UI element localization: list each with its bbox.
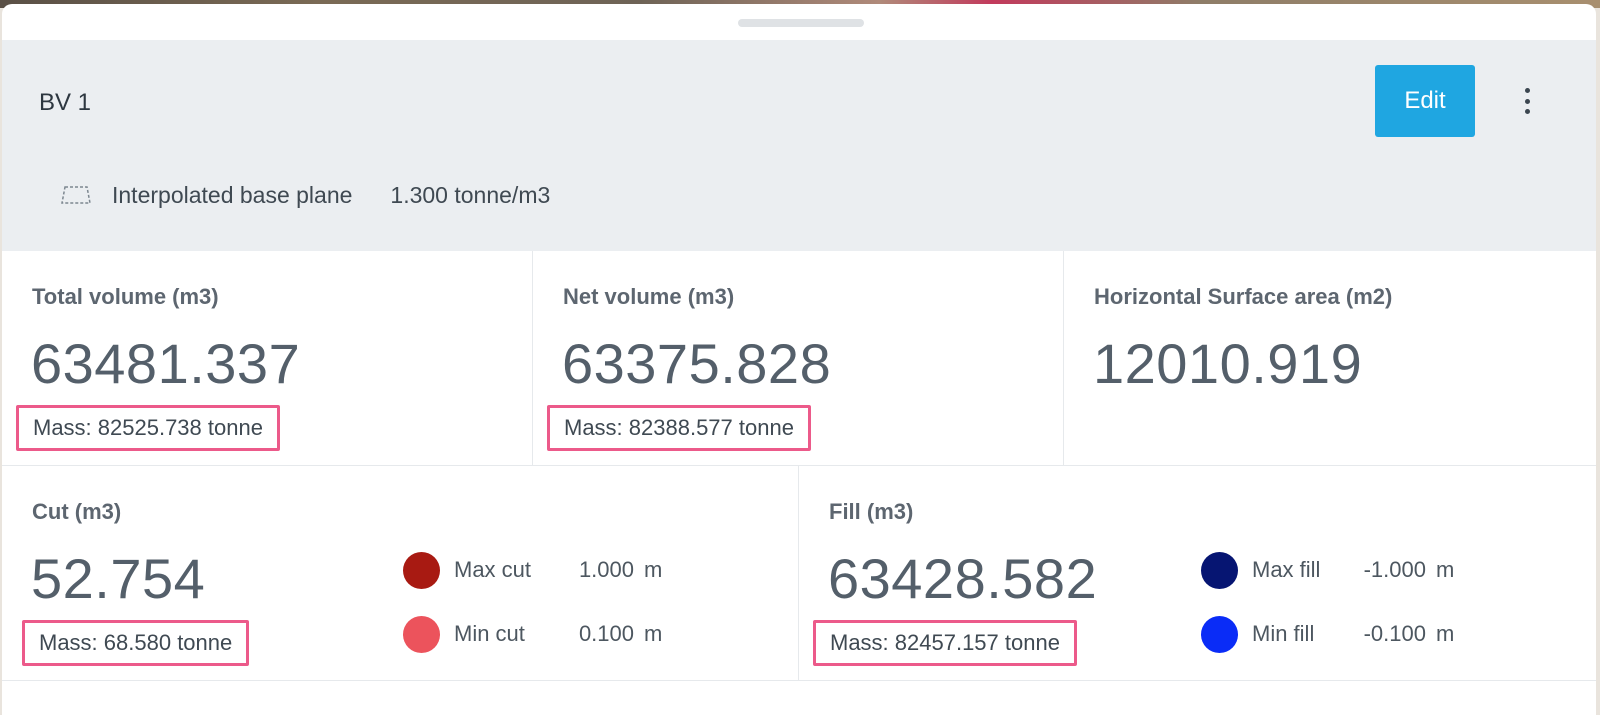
max-cut-unit: m bbox=[644, 557, 663, 582]
panel-header: BV 1 Edit Interpolated base plane 1.300 … bbox=[2, 40, 1596, 251]
base-plane-info: Interpolated base plane 1.300 tonne/m3 bbox=[60, 180, 550, 210]
min-cut-value: 0.100 bbox=[578, 621, 634, 646]
min-cut-legend: Min cut 0.100 m bbox=[403, 612, 662, 656]
max-fill-legend: Max fill -1.000 m bbox=[1201, 548, 1454, 592]
min-cut-unit: m bbox=[644, 621, 663, 646]
page-title: BV 1 bbox=[39, 89, 92, 116]
net-volume-label: Net volume (m3) bbox=[563, 284, 735, 309]
surface-area-value: 12010.919 bbox=[1093, 332, 1363, 395]
net-volume-value: 63375.828 bbox=[562, 332, 832, 395]
max-cut-swatch bbox=[403, 551, 440, 589]
total-volume-card: Total volume (m3) 63481.337 Mass: 82525.… bbox=[2, 251, 533, 466]
max-fill-value: -1.000 bbox=[1363, 557, 1426, 582]
max-cut-legend: Max cut 1.000 m bbox=[403, 548, 662, 592]
total-volume-mass: Mass: 82525.738 tonne bbox=[16, 405, 280, 451]
volume-details-panel: BV 1 Edit Interpolated base plane 1.300 … bbox=[2, 4, 1596, 715]
panel-footer-space bbox=[2, 681, 1596, 715]
drag-handle[interactable] bbox=[738, 19, 864, 27]
more-options-icon[interactable] bbox=[1512, 86, 1542, 116]
cut-mass: Mass: 68.580 tonne bbox=[22, 620, 250, 666]
fill-value: 63428.582 bbox=[828, 547, 1098, 610]
net-volume-card: Net volume (m3) 63375.828 Mass: 82388.57… bbox=[533, 251, 1064, 466]
surface-area-label: Horizontal Surface area (m2) bbox=[1094, 284, 1393, 309]
total-volume-value: 63481.337 bbox=[31, 332, 301, 395]
min-fill-label: Min fill bbox=[1252, 621, 1315, 646]
edit-button[interactable]: Edit bbox=[1375, 65, 1475, 137]
plane-outline-icon bbox=[61, 186, 91, 204]
max-fill-label: Max fill bbox=[1252, 557, 1321, 582]
cut-label: Cut (m3) bbox=[32, 499, 122, 524]
fill-label: Fill (m3) bbox=[829, 499, 914, 524]
fill-card: Fill (m3) 63428.582 Mass: 82457.157 tonn… bbox=[799, 466, 1596, 681]
min-fill-swatch bbox=[1201, 615, 1238, 653]
min-fill-unit: m bbox=[1436, 621, 1455, 646]
min-fill-value: -0.100 bbox=[1363, 621, 1426, 646]
cut-value: 52.754 bbox=[31, 547, 206, 610]
total-volume-label: Total volume (m3) bbox=[32, 284, 219, 309]
fill-mass: Mass: 82457.157 tonne bbox=[813, 620, 1077, 666]
max-cut-value: 1.000 bbox=[578, 557, 634, 582]
max-cut-label: Max cut bbox=[454, 557, 532, 582]
net-volume-mass: Mass: 82388.577 tonne bbox=[547, 405, 811, 451]
base-plane-label: Interpolated base plane bbox=[112, 181, 353, 208]
min-cut-swatch bbox=[403, 615, 440, 653]
min-cut-label: Min cut bbox=[454, 621, 525, 646]
min-fill-legend: Min fill -0.100 m bbox=[1201, 612, 1454, 656]
surface-area-card: Horizontal Surface area (m2) 12010.919 bbox=[1064, 251, 1596, 466]
max-fill-unit: m bbox=[1436, 557, 1455, 582]
density-value: 1.300 tonne/m3 bbox=[390, 181, 551, 208]
cut-card: Cut (m3) 52.754 Mass: 68.580 tonne Max c… bbox=[2, 466, 799, 681]
max-fill-swatch bbox=[1201, 551, 1238, 589]
